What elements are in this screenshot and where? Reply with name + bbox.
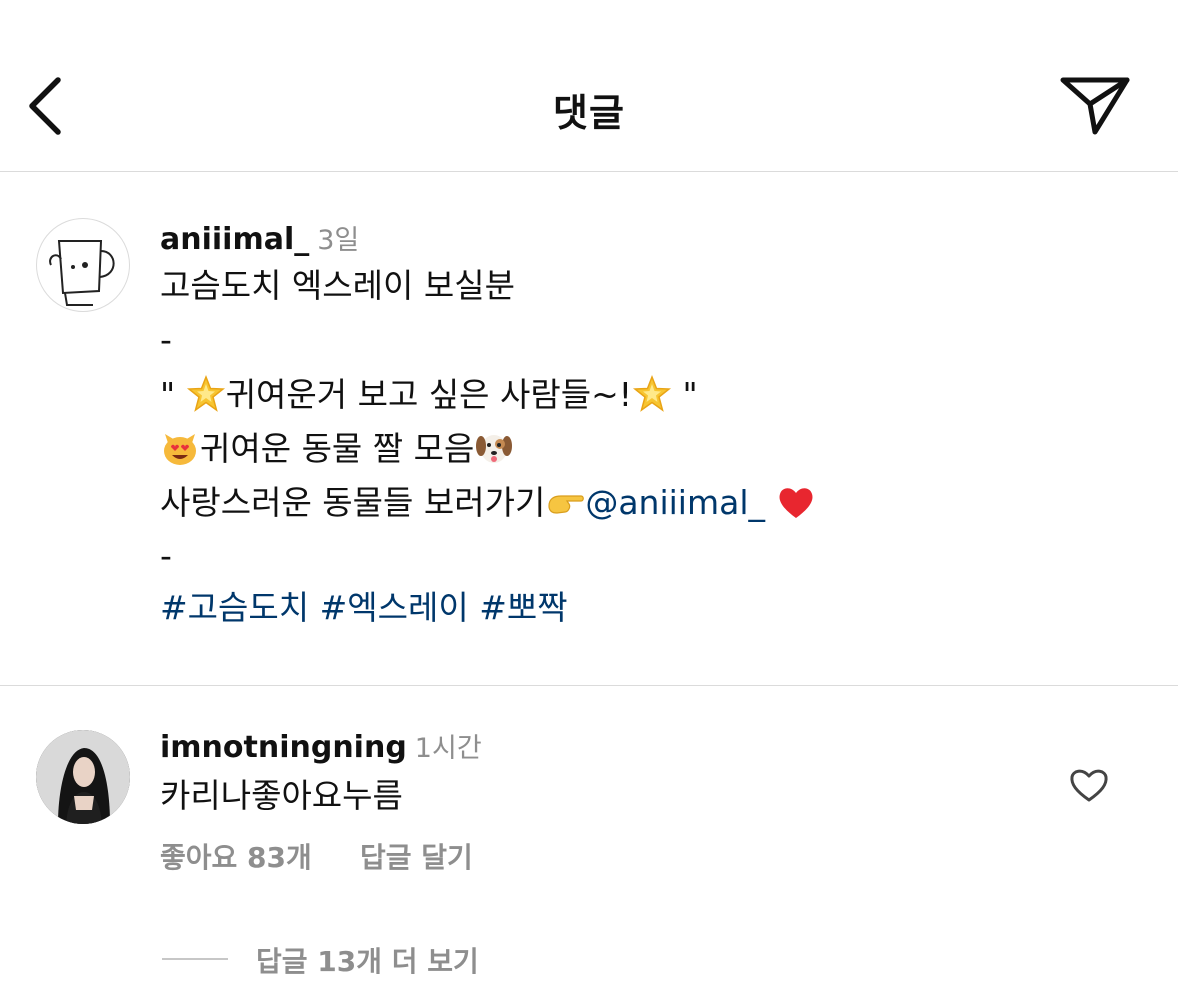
caption-line-3-text: 귀여운거 보고 싶은 사람들~! [225, 375, 632, 414]
hashtag-link[interactable]: #엑스레이 [320, 588, 469, 627]
caption-dash-1: - [160, 320, 172, 359]
likes-count[interactable]: 좋아요 83개 [160, 836, 312, 876]
glowing-star-icon [632, 374, 672, 412]
like-button[interactable] [1068, 766, 1110, 804]
reply-button[interactable]: 답글 달기 [360, 836, 473, 876]
caption-username[interactable]: aniiimal_ [160, 222, 309, 257]
hashtag-link[interactable]: #뽀짝 [479, 588, 567, 627]
hashtag-link[interactable]: #고슴도치 [160, 588, 309, 627]
caption-line-5: 사랑스러운 동물들 보러가기 @aniiimal_ [160, 482, 816, 523]
quote-close: " [682, 375, 698, 414]
caption-time: 3일 [317, 225, 360, 256]
heart-outline-icon [1070, 769, 1108, 802]
page-title: 댓글 [553, 91, 625, 135]
top-bar: 댓글 [0, 0, 1178, 172]
share-button[interactable] [1055, 68, 1137, 142]
red-heart-icon [779, 488, 812, 518]
comment-header: imnotningning 1시간 [160, 726, 482, 769]
quote-open: " [160, 375, 176, 414]
person-photo-avatar-icon [36, 730, 130, 824]
dog-face-icon [476, 435, 513, 463]
mention-link[interactable]: @aniiimal_ [585, 483, 765, 522]
send-icon [1060, 77, 1130, 135]
pointing-right-icon [548, 495, 585, 514]
caption-header: aniiimal_ 3일 [160, 218, 359, 261]
avatar[interactable] [36, 730, 130, 824]
caption-hashtags: #고슴도치 #엑스레이 #뽀짝 [160, 588, 568, 628]
caption-line-1: 고슴도치 엑스레이 보실분 [160, 266, 515, 305]
cup-drawing-avatar-icon [49, 240, 115, 306]
comment-time: 1시간 [414, 733, 482, 764]
caption-line-4-text: 귀여운 동물 짤 모음 [200, 429, 475, 468]
comment-text: 카리나좋아요누름 [160, 776, 403, 815]
view-replies-button[interactable]: 답글 13개 더 보기 [256, 940, 479, 980]
divider-line [162, 958, 228, 960]
caption-line-3: " 귀여운거 보고 싶은 사람들~! " [160, 374, 698, 415]
heart-eyes-cat-icon [164, 434, 196, 465]
glowing-star-icon [186, 374, 225, 412]
caption-line-5-text: 사랑스러운 동물들 보러가기 [160, 483, 546, 522]
comment-username[interactable]: imnotningning [160, 730, 407, 765]
caption-dash-2: - [160, 536, 172, 575]
avatar[interactable] [36, 218, 130, 312]
caption-line-4: 귀여운 동물 짤 모음 [160, 428, 514, 469]
divider [0, 685, 1178, 686]
